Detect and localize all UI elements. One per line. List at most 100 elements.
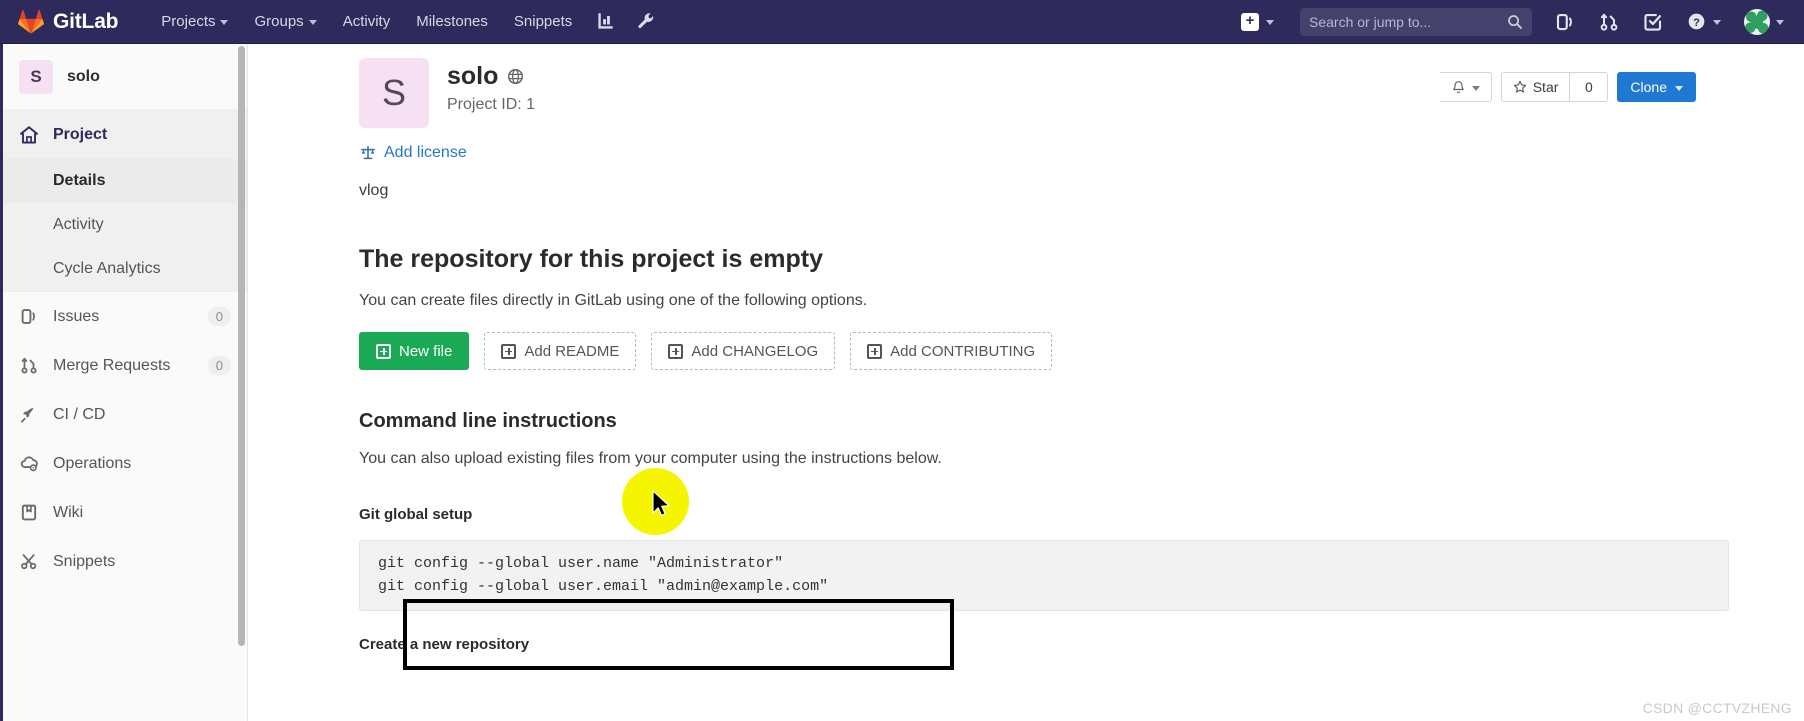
- add-changelog-label: Add CHANGELOG: [691, 342, 819, 360]
- gitlab-project-page: GitLab Projects Groups Activity Mileston…: [0, 0, 1804, 721]
- chevron-down-icon: [308, 20, 317, 25]
- nav-groups-label: Groups: [254, 13, 304, 30]
- cloud-gear-icon: [20, 456, 38, 472]
- create-new-repository-label: Create a new repository: [359, 636, 530, 653]
- sidebar-item-ci-cd[interactable]: CI / CD: [3, 390, 247, 439]
- add-license-link[interactable]: Add license: [359, 144, 1774, 162]
- watermark: CSDN @CCTVZHENG: [1642, 700, 1792, 716]
- project-body: Add license vlog The repository for this…: [249, 144, 1804, 653]
- star-button[interactable]: Star: [1500, 72, 1571, 102]
- sidebar-item-operations[interactable]: Operations: [3, 439, 247, 488]
- top-navbar: GitLab Projects Groups Activity Mileston…: [0, 0, 1804, 44]
- plus-square-icon: [376, 343, 391, 359]
- sidebar-item-snippets[interactable]: Snippets: [3, 537, 247, 586]
- navbar-right-actions: + Search or jump to... ?: [1231, 4, 1792, 40]
- sidebar-item-activity-label: Activity: [53, 216, 104, 233]
- sidebar-item-merge-requests-label: Merge Requests: [53, 356, 171, 374]
- sidebar-item-ci-cd-label: CI / CD: [53, 405, 106, 423]
- admin-wrench-icon: [638, 13, 654, 29]
- sidebar-item-cycle-analytics[interactable]: Cycle Analytics: [3, 247, 247, 291]
- empty-repo-actions: New file Add README Add CHANGELOG Add CO…: [359, 332, 1774, 370]
- chevron-down-icon: [1266, 20, 1274, 25]
- user-menu-button[interactable]: [1734, 4, 1792, 40]
- sidebar-item-details[interactable]: Details: [3, 159, 247, 203]
- sidebar-item-merge-requests[interactable]: Merge Requests 0: [3, 341, 247, 390]
- project-description: vlog: [359, 182, 389, 199]
- add-contributing-button[interactable]: Add CONTRIBUTING: [850, 332, 1053, 370]
- notification-button[interactable]: [1439, 72, 1492, 102]
- nav-snippets-label: Snippets: [513, 13, 573, 30]
- todo-check-icon: [1644, 13, 1662, 31]
- sidebar-item-wiki[interactable]: Wiki: [3, 488, 247, 537]
- avatar: [1744, 8, 1770, 35]
- sidebar-scrollbar[interactable]: [238, 46, 245, 646]
- new-file-button[interactable]: New file: [359, 332, 470, 370]
- sidebar-item-project-label: Project: [53, 125, 108, 143]
- sidebar-item-cycle-analytics-label: Cycle Analytics: [53, 260, 161, 277]
- rocket-icon: [20, 407, 36, 423]
- nav-projects[interactable]: Projects: [148, 2, 241, 41]
- nav-groups[interactable]: Groups: [241, 2, 329, 41]
- git-global-setup-code[interactable]: git config --global user.name "Administr…: [359, 540, 1729, 611]
- scissors-icon: [21, 554, 37, 570]
- nav-projects-label: Projects: [161, 13, 216, 30]
- create-new-button[interactable]: +: [1231, 5, 1284, 39]
- todos-icon[interactable]: [1632, 4, 1674, 40]
- help-icon: ?: [1688, 13, 1705, 30]
- sidebar-merge-requests-count: 0: [207, 356, 231, 375]
- nav-snippets[interactable]: Snippets: [501, 2, 585, 41]
- globe-icon: [508, 68, 524, 85]
- star-count[interactable]: 0: [1570, 72, 1609, 102]
- new-file-label: New file: [399, 342, 453, 360]
- add-readme-button[interactable]: Add README: [484, 332, 637, 370]
- home-icon: [20, 125, 38, 143]
- issues-icon: [21, 309, 35, 324]
- sidebar-issues-count: 0: [207, 307, 231, 326]
- search-box[interactable]: [1300, 7, 1532, 36]
- add-readme-label: Add README: [524, 342, 620, 360]
- empty-repo-title: The repository for this project is empty: [359, 245, 823, 273]
- clone-button[interactable]: Clone: [1617, 72, 1696, 102]
- sidebar-item-issues[interactable]: Issues 0: [3, 292, 247, 341]
- search-input[interactable]: [1309, 13, 1507, 30]
- sidebar-item-activity[interactable]: Activity: [3, 203, 247, 247]
- chevron-down-icon: [1471, 85, 1480, 91]
- scale-balance-icon: [361, 145, 375, 160]
- project-meta: solo Project ID: 1: [447, 58, 535, 114]
- star-button-group: Star 0: [1500, 72, 1609, 102]
- page-title: solo: [447, 62, 499, 90]
- analytics-icon[interactable]: [585, 4, 626, 39]
- project-sidebar: S solo Project Details Activity Cycle An…: [0, 44, 248, 721]
- chevron-down-icon: [220, 20, 229, 25]
- mouse-cursor-icon: [652, 490, 670, 516]
- sidebar-project-group: Project Details Activity Cycle Analytics: [3, 110, 247, 291]
- help-menu-button[interactable]: ?: [1676, 4, 1732, 39]
- plus-icon: +: [1241, 12, 1259, 31]
- issues-icon[interactable]: [1544, 4, 1586, 40]
- gitlab-tanuki-icon: [18, 9, 44, 34]
- nav-milestones-label: Milestones: [416, 13, 488, 30]
- cli-instructions-subtitle: You can also upload existing files from …: [359, 450, 942, 467]
- gitlab-logo[interactable]: GitLab: [18, 9, 118, 35]
- clone-label: Clone: [1630, 79, 1667, 95]
- sidebar-item-operations-label: Operations: [53, 454, 132, 472]
- add-changelog-button[interactable]: Add CHANGELOG: [651, 332, 836, 370]
- merge-requests-icon[interactable]: [1588, 4, 1630, 40]
- sidebar-project-name: solo: [67, 67, 100, 85]
- project-title-row: solo: [447, 62, 535, 91]
- sidebar-item-project[interactable]: Project: [3, 110, 247, 159]
- nav-activity[interactable]: Activity: [330, 2, 404, 41]
- nav-milestones[interactable]: Milestones: [403, 2, 501, 41]
- empty-repo-subtitle: You can create files directly in GitLab …: [359, 292, 868, 309]
- chevron-down-icon: [1713, 20, 1721, 25]
- sidebar-project-header[interactable]: S solo: [3, 44, 247, 110]
- issue-list-icon: [1556, 13, 1572, 30]
- sidebar-item-snippets-label: Snippets: [53, 552, 116, 570]
- code-line: git config --global user.name "Administr…: [378, 555, 784, 572]
- svg-text:?: ?: [1693, 17, 1700, 29]
- wrench-icon[interactable]: [626, 4, 667, 39]
- gitlab-wordmark: GitLab: [53, 9, 119, 33]
- notification-dropdown[interactable]: [1439, 72, 1492, 102]
- code-line: git config --global user.email "admin@ex…: [378, 578, 829, 595]
- analytics-bar-chart-icon: [598, 13, 613, 29]
